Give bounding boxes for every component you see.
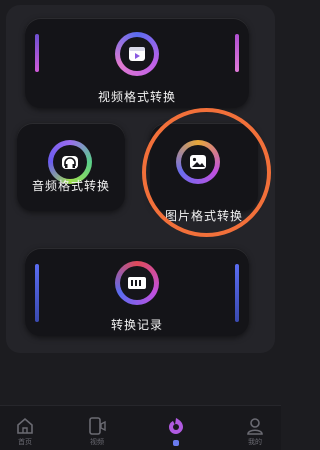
tab-mine-label: 我的 <box>248 438 262 446</box>
card-accent-bar-left <box>35 264 39 322</box>
history-icon-ring <box>115 261 159 305</box>
tab-home-label: 首页 <box>18 438 32 446</box>
audio-convert-label: 音频格式转换 <box>31 179 110 193</box>
card-accent-bar-left <box>35 34 39 72</box>
bottom-tab-bar: 首页 视频 我的 <box>0 405 281 450</box>
home-icon <box>17 417 33 434</box>
video-icon-ring <box>115 32 159 76</box>
tab-mine[interactable]: 我的 <box>230 406 280 450</box>
video-convert-label: 视频格式转换 <box>97 90 176 104</box>
tab-video[interactable]: 视频 <box>72 406 122 450</box>
audio-convert-card[interactable]: 音频格式转换 <box>17 123 125 211</box>
user-icon <box>247 418 263 435</box>
history-label: 转换记录 <box>110 318 163 332</box>
card-accent-bar-right <box>235 264 239 322</box>
convert-icon <box>169 418 183 434</box>
card-accent-bar-right <box>235 34 239 72</box>
phone-video-icon <box>89 417 106 435</box>
highlight-circle <box>142 108 271 237</box>
history-icon <box>128 277 146 289</box>
video-icon <box>129 47 145 61</box>
tab-home[interactable]: 首页 <box>0 406 50 450</box>
history-card[interactable]: 转换记录 <box>25 248 249 336</box>
tab-video-label: 视频 <box>90 438 104 446</box>
active-tab-dot <box>173 440 179 446</box>
headphones-icon <box>62 156 78 169</box>
tab-convert[interactable] <box>151 406 201 450</box>
video-convert-card[interactable]: 视频格式转换 <box>25 18 249 108</box>
